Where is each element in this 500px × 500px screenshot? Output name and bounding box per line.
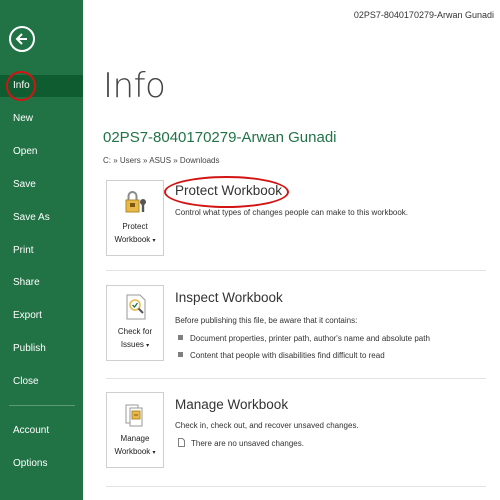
section-divider [106, 486, 486, 487]
dropdown-arrow-icon: ▾ [152, 238, 156, 244]
nav-share-label: Share [13, 277, 40, 288]
manage-note: There are no unsaved changes. [178, 438, 304, 448]
nav-divider [9, 405, 75, 406]
nav-save-as[interactable]: Save As [0, 207, 83, 229]
nav-info[interactable]: Info [0, 75, 83, 97]
page-title: Info [103, 66, 166, 106]
backstage-sidebar: Info New Open Save Save As Print Share E… [0, 0, 83, 500]
inspect-bullet: Document properties, printer path, autho… [178, 334, 430, 343]
manage-label-line2-text: Workbook [114, 447, 151, 456]
window-title: 02PS7-8040170279-Arwan Gunadi [353, 10, 494, 20]
inspect-bullet-text: Content that people with disabilities fi… [190, 351, 385, 360]
protect-label-line2: Workbook ▾ [107, 233, 163, 248]
check-for-issues-button-label: Check for Issues ▾ [107, 325, 163, 353]
inspect-workbook-title: Inspect Workbook [175, 290, 283, 305]
manage-workbook-icon [125, 404, 143, 427]
protect-label-line2-text: Workbook [114, 235, 151, 244]
nav-options[interactable]: Options [0, 453, 83, 475]
manage-workbook-button[interactable]: Manage Workbook ▾ [106, 392, 164, 468]
manage-workbook-description: Check in, check out, and recover unsaved… [175, 421, 359, 430]
nav-export[interactable]: Export [0, 305, 83, 327]
nav-options-label: Options [13, 458, 48, 469]
nav-print-label: Print [13, 245, 34, 256]
dropdown-arrow-icon: ▾ [146, 343, 150, 349]
section-divider [106, 378, 486, 379]
protect-workbook-button[interactable]: Protect Workbook ▾ [106, 180, 164, 256]
bullet-square-icon [178, 352, 183, 357]
protect-workbook-button-label: Protect Workbook ▾ [107, 220, 163, 248]
manage-note-text: There are no unsaved changes. [191, 439, 304, 448]
nav-new[interactable]: New [0, 108, 83, 130]
check-label-line1: Check for [117, 327, 153, 336]
inspect-document-icon [126, 294, 146, 320]
check-label-line2: Issues ▾ [107, 338, 163, 353]
file-name: 02PS7-8040170279-Arwan Gunadi [103, 129, 337, 146]
protect-workbook-title: Protect Workbook [175, 183, 283, 198]
nav-info-label: Info [13, 80, 30, 91]
info-panel: 02PS7-8040170279-Arwan Gunadi Info 02PS7… [83, 0, 500, 500]
nav-account[interactable]: Account [0, 420, 83, 442]
check-for-issues-button[interactable]: Check for Issues ▾ [106, 285, 164, 361]
nav-save-label: Save [13, 179, 36, 190]
file-path[interactable]: C: » Users » ASUS » Downloads [103, 156, 220, 165]
inspect-workbook-description: Before publishing this file, be aware th… [175, 316, 358, 325]
nav-open[interactable]: Open [0, 141, 83, 163]
dropdown-arrow-icon: ▾ [152, 450, 156, 456]
nav-account-label: Account [13, 425, 50, 436]
back-arrow-icon [15, 33, 27, 45]
protect-workbook-description: Control what types of changes people can… [175, 208, 409, 217]
inspect-bullet-text: Document properties, printer path, autho… [190, 334, 430, 343]
nav-close[interactable]: Close [0, 371, 83, 393]
nav-publish-label: Publish [13, 343, 46, 354]
protect-label-line1: Protect [122, 222, 148, 231]
manage-label-line1: Manage [120, 434, 150, 443]
manage-workbook-title: Manage Workbook [175, 397, 289, 412]
check-label-line2-text: Issues [120, 340, 144, 349]
manage-workbook-button-label: Manage Workbook ▾ [107, 432, 163, 460]
document-icon [178, 438, 185, 447]
nav-share[interactable]: Share [0, 272, 83, 294]
nav-export-label: Export [13, 310, 42, 321]
nav-print[interactable]: Print [0, 240, 83, 262]
nav-open-label: Open [13, 146, 38, 157]
nav-close-label: Close [13, 376, 39, 387]
manage-label-line2: Workbook ▾ [107, 445, 163, 460]
lock-key-icon [125, 191, 146, 213]
section-divider [106, 270, 486, 271]
inspect-bullet: Content that people with disabilities fi… [178, 351, 385, 360]
nav-save-as-label: Save As [13, 212, 50, 223]
nav-new-label: New [13, 113, 34, 124]
nav-save[interactable]: Save [0, 174, 83, 196]
nav-publish[interactable]: Publish [0, 338, 83, 360]
back-button[interactable] [9, 26, 35, 52]
bullet-square-icon [178, 335, 183, 340]
